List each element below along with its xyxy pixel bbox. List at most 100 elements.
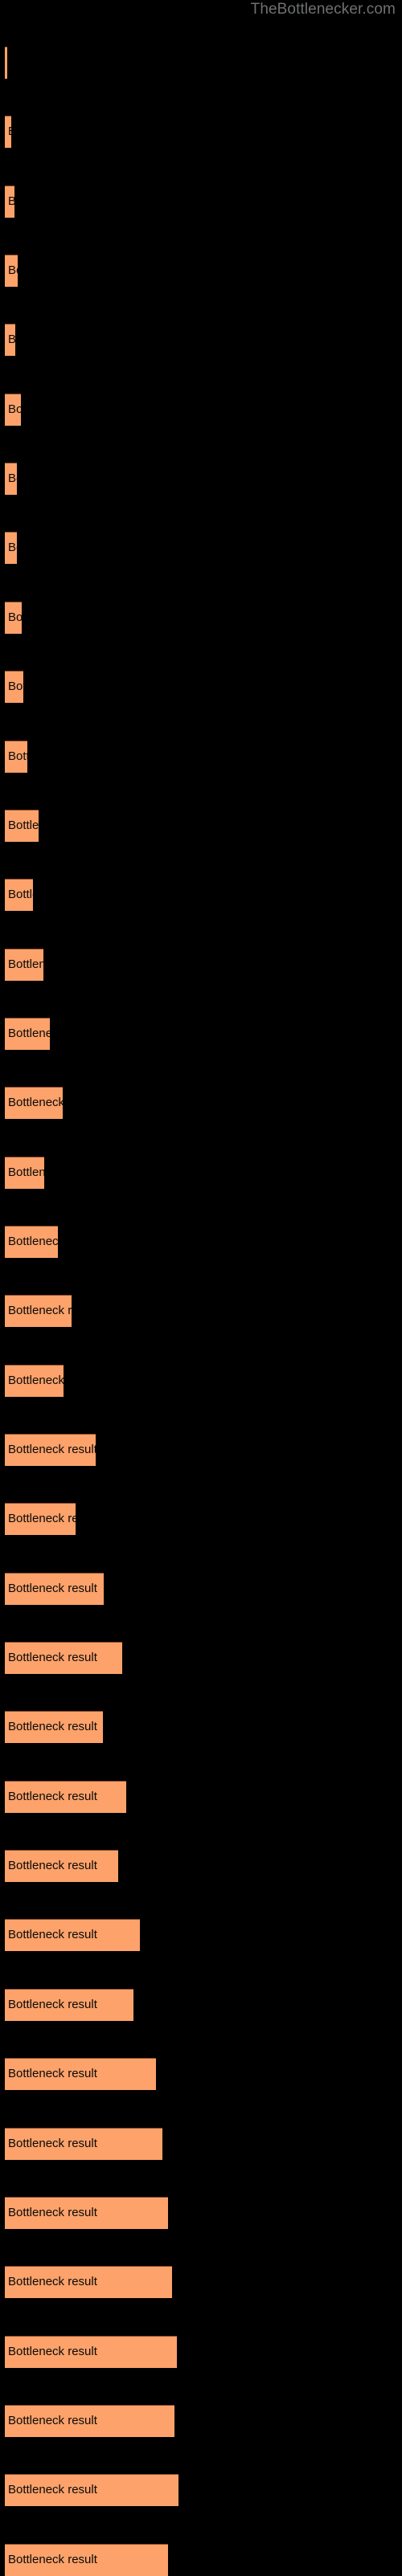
bar-clip: Bottleneck result	[5, 393, 21, 426]
bar-label: Bottleneck result	[8, 402, 21, 416]
bar-clip: Bottleneck result	[5, 116, 11, 149]
bar-label: Bottleneck result	[8, 1512, 76, 1526]
bar-label: Bottleneck result	[8, 2067, 97, 2081]
bar-row: Bottleneck result	[5, 1988, 133, 2021]
bar-row: Bottleneck result	[5, 601, 22, 634]
bar-row: Bottleneck result	[5, 2196, 168, 2229]
bar-row: Bottleneck result	[5, 2543, 168, 2576]
bar-row: Bottleneck result	[5, 1434, 96, 1466]
bar-label: Bottleneck result	[8, 1165, 44, 1179]
bar-row: Bottleneck result	[5, 1364, 64, 1397]
bar-clip: Bottleneck result	[5, 1780, 126, 1813]
bar-label: Bottleneck result	[8, 888, 33, 902]
bar-label: Bottleneck result	[8, 472, 17, 486]
bar-clip: Bottleneck result	[5, 1642, 122, 1675]
bar-clip: Bottleneck result	[5, 1087, 63, 1120]
bar-label: Bottleneck result	[8, 2483, 97, 2497]
bar-label: Bottleneck result	[8, 1234, 58, 1248]
bar-label: Bottleneck result	[8, 1789, 97, 1803]
bar-label: Bottleneck result	[8, 1859, 97, 1873]
bar-row: Bottleneck result	[5, 1156, 44, 1189]
bar-label: Bottleneck result	[8, 749, 27, 763]
bar-clip: Bottleneck result	[5, 671, 23, 704]
bar-clip: Bottleneck result	[5, 532, 17, 565]
bar-row: Bottleneck result	[5, 393, 21, 426]
bar-label: Bottleneck result	[8, 1997, 97, 2011]
bar-row: Bottleneck result	[5, 532, 17, 565]
bar-row: Bottleneck result	[5, 948, 43, 981]
bar-row: Bottleneck result	[5, 2058, 156, 2091]
bar-row: Bottleneck result	[5, 809, 39, 842]
bar-row: Bottleneck result	[5, 116, 11, 149]
bar-clip: Bottleneck result	[5, 1364, 64, 1397]
bar-row: Bottleneck result	[5, 879, 33, 912]
bar-clip: Bottleneck result	[5, 1225, 58, 1258]
bar-clip: Bottleneck result	[5, 1572, 104, 1605]
bar-row: Bottleneck result	[5, 2266, 172, 2299]
bar-clip: Bottleneck result	[5, 948, 43, 981]
bar-label: Bottleneck result	[8, 680, 23, 694]
bar-clip: Bottleneck result	[5, 255, 18, 288]
bar-clip: Bottleneck result	[5, 2404, 174, 2437]
bar-clip: Bottleneck result	[5, 185, 14, 218]
bar-label: Bottleneck result	[8, 1581, 97, 1595]
bar-clip: Bottleneck result	[5, 1295, 72, 1328]
bar-row: Bottleneck result	[5, 1225, 58, 1258]
bar-row: Bottleneck result	[5, 1087, 63, 1120]
bar-label: Bottleneck result	[8, 1304, 72, 1318]
bar-clip: Bottleneck result	[5, 47, 7, 79]
bar-clip: Bottleneck result	[5, 2266, 172, 2299]
bar-label: Bottleneck result	[8, 957, 43, 971]
bar-label: Bottleneck result	[8, 2552, 97, 2566]
bar-chart: Bottleneck result Bottleneck result Bottle…	[0, 0, 402, 2576]
bar-clip: Bottleneck result	[5, 1434, 96, 1466]
bar-clip: Bottleneck result	[5, 2058, 156, 2091]
bar-label: Bottleneck result	[8, 818, 39, 832]
bar-clip: Bottleneck result	[5, 1919, 140, 1952]
bar-clip: Bottleneck result	[5, 1503, 76, 1536]
bar-row: Bottleneck result	[5, 1295, 72, 1328]
bar-row: Bottleneck result	[5, 2335, 177, 2368]
bar-clip: Bottleneck result	[5, 1988, 133, 2021]
bar-label: Bottleneck result	[8, 194, 14, 208]
bar-label: Bottleneck result	[8, 116, 11, 148]
bar-label: Bottleneck result	[8, 610, 22, 624]
bar-label: Bottleneck result	[8, 2275, 97, 2289]
bar-clip: Bottleneck result	[5, 601, 22, 634]
bar-clip: Bottleneck result	[5, 740, 27, 773]
bar-clip: Bottleneck result	[5, 879, 33, 912]
bar-label: Bottleneck result	[8, 541, 17, 555]
bar-clip: Bottleneck result	[5, 2474, 178, 2507]
bar-clip: Bottleneck result	[5, 463, 17, 496]
bar-label: Bottleneck result	[8, 1443, 96, 1456]
bar-row: Bottleneck result	[5, 47, 7, 79]
bar-label: Bottleneck result	[8, 2205, 97, 2219]
bar-row: Bottleneck result	[5, 2474, 178, 2507]
bar-label: Bottleneck result	[8, 2413, 97, 2427]
bar-clip: Bottleneck result	[5, 324, 15, 357]
bar-label: Bottleneck result	[8, 333, 15, 347]
bar-clip: Bottleneck result	[5, 2335, 177, 2368]
bar-row: Bottleneck result	[5, 1572, 104, 1605]
bar-clip: Bottleneck result	[5, 2543, 168, 2576]
bar	[5, 47, 7, 79]
bar-label: Bottleneck result	[8, 2344, 97, 2358]
bar-label: Bottleneck result	[8, 1720, 97, 1734]
bar-row: Bottleneck result	[5, 1642, 122, 1675]
bar-clip: Bottleneck result	[5, 1017, 50, 1050]
bar-row: Bottleneck result	[5, 2127, 162, 2160]
bar-clip: Bottleneck result	[5, 1711, 103, 1744]
bar-row: Bottleneck result	[5, 2404, 174, 2437]
bar-label: Bottleneck result	[8, 1373, 64, 1387]
bar-row: Bottleneck result	[5, 1850, 118, 1883]
bar-row: Bottleneck result	[5, 1780, 126, 1813]
bar-label: Bottleneck result	[8, 1651, 97, 1665]
bar-row: Bottleneck result	[5, 185, 14, 218]
bar-label: Bottleneck result	[8, 1026, 50, 1040]
bar-row: Bottleneck result	[5, 1503, 76, 1536]
bar-clip: Bottleneck result	[5, 2196, 168, 2229]
bar-label: Bottleneck result	[8, 2136, 97, 2150]
bar-row: Bottleneck result	[5, 740, 27, 773]
bar-label: Bottleneck result	[8, 1928, 97, 1942]
bar-clip: Bottleneck result	[5, 809, 39, 842]
